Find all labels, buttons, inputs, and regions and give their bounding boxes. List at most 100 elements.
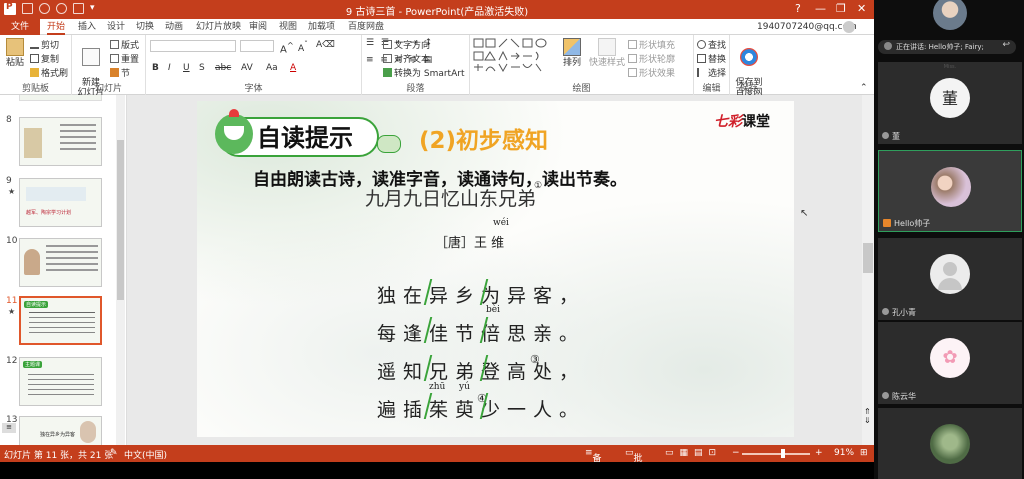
close-button[interactable]: ✕ xyxy=(857,2,866,15)
shadow-button[interactable]: S xyxy=(199,63,205,73)
thumbnail-slide-11[interactable]: 自读提示 xyxy=(19,296,102,345)
tab-transitions[interactable]: 切换 xyxy=(136,19,154,35)
tab-review[interactable]: 审阅 xyxy=(249,19,267,35)
reset-button[interactable]: 重置 xyxy=(110,52,139,65)
prev-next-slide-icons[interactable]: ⇑ ⇓ xyxy=(864,407,871,425)
find-button[interactable]: 查找 xyxy=(697,38,726,51)
participant-tile[interactable]: ✿ 陈云华 xyxy=(878,322,1022,404)
smartart-icon xyxy=(383,68,392,77)
poem-title: 九月九日忆山东兄弟 xyxy=(365,188,537,210)
paste-button[interactable]: 粘贴 xyxy=(4,38,26,68)
text-direction-button[interactable]: 文字方向 xyxy=(383,38,430,51)
format-painter-button[interactable]: 格式刷 xyxy=(30,66,68,79)
tab-addins[interactable]: 加载项 xyxy=(308,19,335,35)
thumbnail-slide-8[interactable] xyxy=(19,117,102,166)
tab-animations[interactable]: 动画 xyxy=(165,19,183,35)
proofing-icon[interactable]: ✎ xyxy=(110,448,118,458)
quick-styles-button[interactable]: 快速样式 xyxy=(588,38,626,68)
view-buttons[interactable]: ▭▦▤⊡ xyxy=(665,448,722,458)
zoom-in-icon[interactable]: + xyxy=(815,448,823,458)
taskbar-strip xyxy=(0,462,874,479)
shrink-font-button[interactable]: Aˇ xyxy=(298,40,308,54)
participant-tile[interactable]: Hello帅子 xyxy=(878,150,1022,232)
thumbnail-slide-13[interactable]: 独在异乡为异客 xyxy=(19,416,102,445)
align-text-button[interactable]: 对齐文本 xyxy=(383,52,430,65)
notes-toggle-icon[interactable]: ≡ xyxy=(2,423,16,433)
shape-effects-button[interactable]: 形状效果 xyxy=(628,66,675,79)
comments-button[interactable]: ▭ 批注 xyxy=(625,448,643,462)
replace-icon xyxy=(697,54,706,63)
thumbnails-scrollbar[interactable] xyxy=(116,95,125,445)
tab-insert[interactable]: 插入 xyxy=(78,19,96,35)
restore-button[interactable]: ❐ xyxy=(836,2,846,15)
participant-tile[interactable] xyxy=(878,408,1022,479)
layout-button[interactable]: 版式 xyxy=(110,38,139,51)
scrollbar-thumb[interactable] xyxy=(863,243,873,273)
select-button[interactable]: 选择 xyxy=(697,66,726,79)
notes-button[interactable]: ≡ 备注 xyxy=(585,448,602,462)
section-button[interactable]: 节 xyxy=(110,66,130,79)
canvas-scrollbar[interactable]: ⇑ ⇓ xyxy=(862,95,874,445)
flower-avatar-icon: ✿ xyxy=(930,338,970,378)
search-icon xyxy=(697,40,706,49)
shape-outline-button[interactable]: 形状轮廓 xyxy=(628,52,675,65)
zoom-slider-thumb[interactable] xyxy=(781,449,785,458)
participant-tile[interactable]: Miss. 董 董 xyxy=(878,62,1022,144)
language-indicator[interactable]: 中文(中国) xyxy=(124,448,167,461)
thumbnail-slide-10[interactable] xyxy=(19,238,102,287)
reset-icon xyxy=(110,54,119,63)
font-size-dropdown[interactable] xyxy=(240,40,274,52)
font-name-dropdown[interactable] xyxy=(150,40,236,52)
strikethrough-button[interactable]: abc xyxy=(215,63,231,73)
tab-view[interactable]: 视图 xyxy=(279,19,297,35)
participant-tile[interactable]: 孔小青 xyxy=(878,238,1022,320)
zoom-slider[interactable] xyxy=(742,453,810,455)
smartart-button[interactable]: 转换为 SmartArt xyxy=(383,66,464,79)
italic-button[interactable]: I xyxy=(168,63,171,73)
zoom-level[interactable]: 91% xyxy=(834,448,854,458)
shape-fill-button[interactable]: 形状填充 xyxy=(628,38,675,51)
powerpoint-window: P ▾ 9 古诗三首 - PowerPoint(产品激活失败) ? — ❐ ✕ … xyxy=(0,0,874,462)
thumbnail-slide-9[interactable]: 越军、陶宗学习计划 xyxy=(19,178,102,227)
arrange-button[interactable]: 排列 xyxy=(560,38,584,68)
title-footnote-mark: ① xyxy=(534,181,543,191)
collapse-icon[interactable]: ↩ xyxy=(1002,40,1010,50)
font-color-button[interactable]: A xyxy=(290,63,296,73)
title-bar: P ▾ 9 古诗三首 - PowerPoint(产品激活失败) ? — ❐ ✕ xyxy=(0,0,874,19)
slides-group: 新建 幻灯片 版式 重置 节 幻灯片 xyxy=(72,35,146,98)
thumbnail-number: 12 xyxy=(6,356,18,366)
help-button[interactable]: ? xyxy=(795,2,801,15)
tab-slideshow[interactable]: 幻灯片放映 xyxy=(196,19,241,35)
copy-button[interactable]: 复制 xyxy=(30,52,59,65)
thumbnail-prev-partial[interactable] xyxy=(19,95,102,101)
change-case-button[interactable]: Aa xyxy=(266,63,278,73)
tab-home[interactable]: 开始 xyxy=(47,19,66,35)
participant-name: 孔小青 xyxy=(882,307,916,318)
replace-button[interactable]: 替换 xyxy=(697,52,726,65)
underline-button[interactable]: U xyxy=(183,63,190,73)
cut-button[interactable]: 剪切 xyxy=(30,38,59,51)
section-icon xyxy=(110,68,119,77)
ribbon: 粘贴 剪切 复制 格式刷 剪贴板 新建 幻灯片 版式 重置 节 幻灯片 A^ A… xyxy=(0,35,874,108)
scrollbar-thumb[interactable] xyxy=(117,140,124,300)
clear-format-icon[interactable]: A⌫ xyxy=(316,40,335,50)
bold-button[interactable]: B xyxy=(152,63,159,73)
fit-slide-icon[interactable]: ⊞ xyxy=(860,448,868,458)
tab-design[interactable]: 设计 xyxy=(107,19,125,35)
scissors-icon xyxy=(30,40,39,49)
avatar[interactable] xyxy=(843,21,855,33)
char-spacing-button[interactable]: AV xyxy=(241,63,253,73)
collapse-ribbon-icon[interactable]: ⌃ xyxy=(860,83,868,93)
tab-baidu[interactable]: 百度网盘 xyxy=(348,19,384,35)
shapes-gallery-icon[interactable] xyxy=(472,37,556,79)
thumbnail-slide-12[interactable]: 主题课 xyxy=(19,357,102,406)
grow-font-button[interactable]: A^ xyxy=(280,40,294,55)
zoom-out-icon[interactable]: − xyxy=(732,448,740,458)
smiley-icon xyxy=(215,109,253,154)
file-tab[interactable]: 文件 xyxy=(0,19,40,35)
thumbnail-number: 9 xyxy=(6,176,12,186)
minimize-button[interactable]: — xyxy=(815,2,826,15)
user-icon xyxy=(882,308,889,315)
account-email[interactable]: 1940707240@qq.com xyxy=(757,19,857,35)
self-video-avatar[interactable] xyxy=(933,0,967,30)
